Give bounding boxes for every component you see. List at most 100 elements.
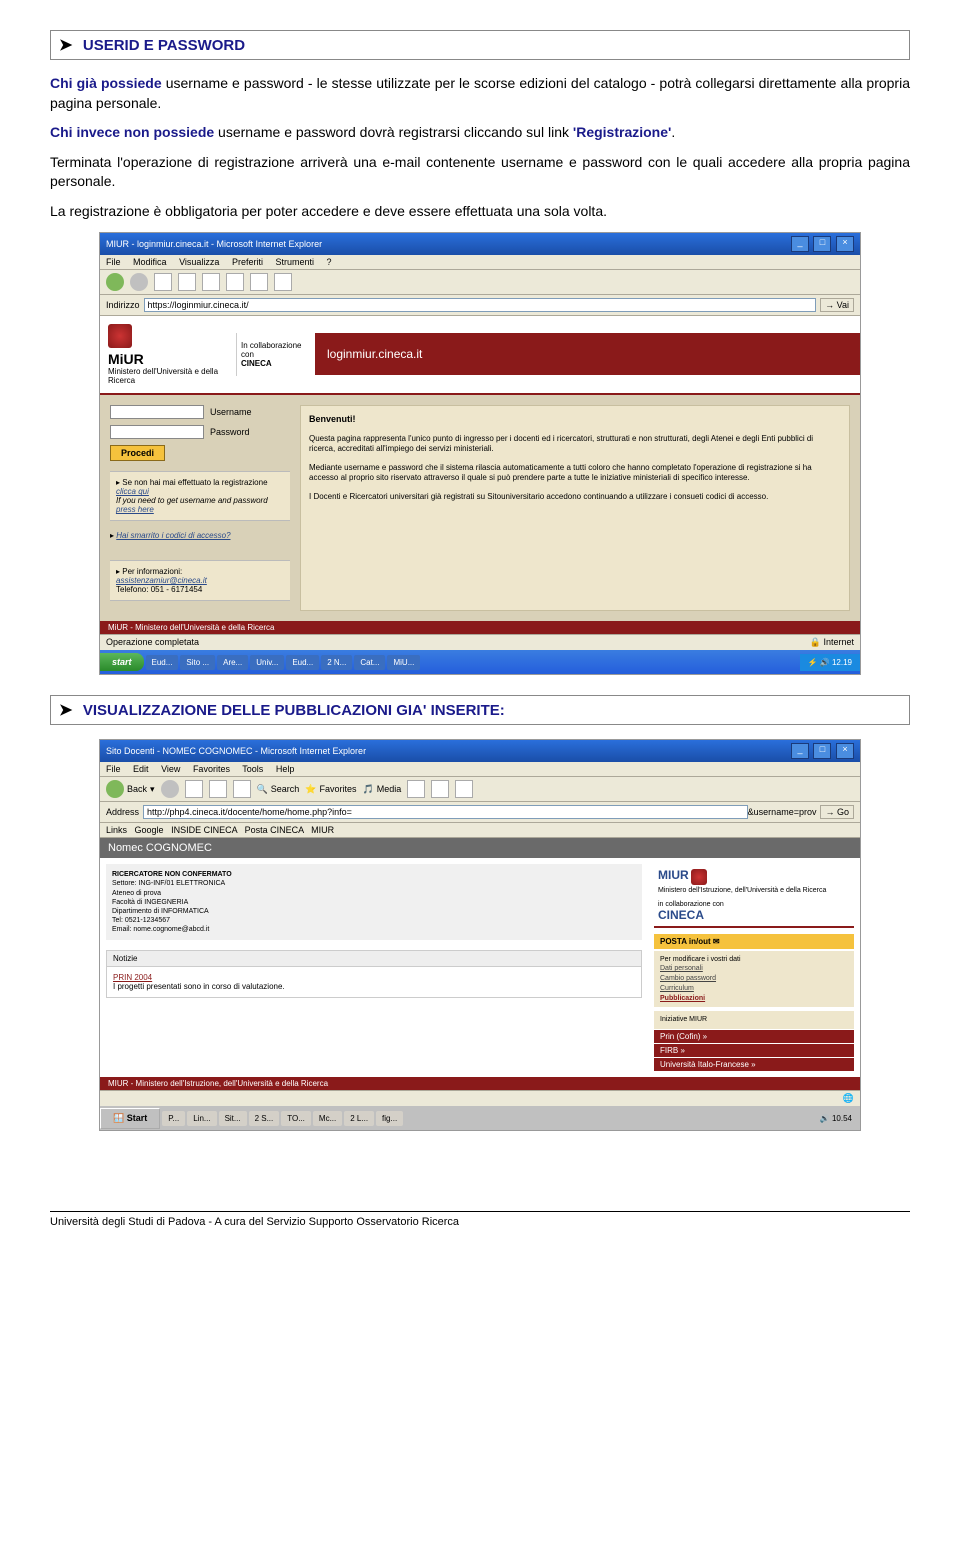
minimize-button[interactable]: _ bbox=[791, 236, 809, 252]
menu-visualizza[interactable]: Visualizza bbox=[179, 257, 219, 267]
media-icon[interactable] bbox=[274, 273, 292, 291]
reg-link2[interactable]: press here bbox=[116, 505, 154, 514]
menu-help[interactable]: ? bbox=[327, 257, 332, 267]
docente-settore: Settore: ING-INF/01 ELETTRONICA bbox=[112, 880, 225, 887]
posta-bar[interactable]: POSTA in/out ✉ bbox=[654, 934, 854, 949]
search-button[interactable]: 🔍 Search bbox=[257, 784, 300, 795]
stop-icon[interactable] bbox=[185, 780, 203, 798]
menu-modifica[interactable]: Modifica bbox=[133, 257, 167, 267]
forward-icon[interactable] bbox=[161, 780, 179, 798]
mail-icon[interactable] bbox=[431, 780, 449, 798]
lost-codes-link[interactable]: Hai smarrito i codici di accesso? bbox=[116, 531, 230, 540]
link-posta[interactable]: Posta CINECA bbox=[245, 825, 304, 835]
home-icon[interactable] bbox=[202, 273, 220, 291]
taskbar: 🪟 Start P... Lin... Sit... 2 S... TO... … bbox=[100, 1106, 860, 1130]
init-uif[interactable]: Università Italo-Francese » bbox=[654, 1058, 854, 1071]
history-icon[interactable] bbox=[407, 780, 425, 798]
task-item[interactable]: Sit... bbox=[219, 1111, 247, 1126]
info-tel: Telefono: 051 - 6171454 bbox=[116, 585, 202, 594]
close-button[interactable]: × bbox=[836, 743, 854, 759]
section-heading-box: ➤ USERID E PASSWORD bbox=[50, 30, 910, 60]
link-inside[interactable]: INSIDE CINECA bbox=[171, 825, 237, 835]
forward-icon[interactable] bbox=[130, 273, 148, 291]
task-item[interactable]: Sito ... bbox=[180, 655, 215, 670]
link-miur[interactable]: MIUR bbox=[311, 825, 334, 835]
welcome-heading: Benvenuti! bbox=[309, 414, 841, 426]
stop-icon[interactable] bbox=[154, 273, 172, 291]
p2-lead: Chi invece non possiede bbox=[50, 124, 214, 140]
menu-file[interactable]: File bbox=[106, 764, 121, 774]
side-curriculum[interactable]: Curriculum bbox=[660, 984, 848, 994]
info-email[interactable]: assistenzamiur@cineca.it bbox=[116, 576, 207, 585]
task-item[interactable]: 2 L... bbox=[344, 1111, 374, 1126]
menu-view[interactable]: View bbox=[161, 764, 180, 774]
task-item[interactable]: Univ... bbox=[250, 655, 284, 670]
close-button[interactable]: × bbox=[836, 236, 854, 252]
password-input[interactable] bbox=[110, 425, 204, 439]
task-item[interactable]: Lin... bbox=[187, 1111, 216, 1126]
procedi-button[interactable]: Procedi bbox=[110, 445, 165, 461]
username-input[interactable] bbox=[110, 405, 204, 419]
search-icon[interactable] bbox=[226, 273, 244, 291]
address-input[interactable] bbox=[144, 298, 817, 312]
task-item[interactable]: Eud... bbox=[146, 655, 179, 670]
task-item[interactable]: TO... bbox=[281, 1111, 311, 1126]
menu-help[interactable]: Help bbox=[276, 764, 295, 774]
print-icon[interactable] bbox=[455, 780, 473, 798]
side-password[interactable]: Cambio password bbox=[660, 974, 848, 984]
menu-preferiti[interactable]: Preferiti bbox=[232, 257, 263, 267]
window-buttons: _ □ × bbox=[789, 236, 854, 252]
media-button[interactable]: 🎵 Media bbox=[363, 784, 402, 795]
miur-content: Username Password Procedi ▸ Se non hai m… bbox=[100, 395, 860, 621]
task-item[interactable]: Are... bbox=[217, 655, 248, 670]
init-firb[interactable]: FIRB » bbox=[654, 1044, 854, 1057]
welcome-panel: Benvenuti! Questa pagina rappresenta l'u… bbox=[300, 405, 850, 611]
address-input[interactable] bbox=[143, 805, 748, 819]
register-note: ▸ Se non hai mai effettuato la registraz… bbox=[110, 471, 290, 521]
start-button[interactable]: start bbox=[100, 653, 144, 671]
side-dati[interactable]: Dati personali bbox=[660, 964, 848, 974]
window-titlebar: Sito Docenti - NOMEC COGNOMEC - Microsof… bbox=[100, 740, 860, 762]
arrow-icon: ➤ bbox=[59, 702, 72, 719]
link-google[interactable]: Google bbox=[135, 825, 164, 835]
start-button[interactable]: 🪟 Start bbox=[100, 1108, 160, 1129]
section-heading-box: ➤ VISUALIZZAZIONE DELLE PUBBLICAZIONI GI… bbox=[50, 695, 910, 725]
init-prin[interactable]: Prin (Cofin) » bbox=[654, 1030, 854, 1043]
go-button[interactable]: → Go bbox=[820, 805, 854, 819]
refresh-icon[interactable] bbox=[178, 273, 196, 291]
task-item[interactable]: fig... bbox=[376, 1111, 403, 1126]
task-item[interactable]: Cat... bbox=[354, 655, 385, 670]
maximize-button[interactable]: □ bbox=[813, 743, 831, 759]
favorites-icon[interactable] bbox=[250, 273, 268, 291]
minimize-button[interactable]: _ bbox=[791, 743, 809, 759]
favorites-button[interactable]: ⭐ Favorites bbox=[305, 784, 356, 795]
prin-link[interactable]: PRIN 2004 bbox=[113, 973, 152, 982]
docente-tel: Tel: 0521-1234567 bbox=[112, 917, 170, 924]
address-bar: Indirizzo → Vai bbox=[100, 295, 860, 316]
home-icon[interactable] bbox=[233, 780, 251, 798]
menu-file[interactable]: File bbox=[106, 257, 121, 267]
task-item[interactable]: P... bbox=[162, 1111, 185, 1126]
cineca-text: CINECA bbox=[658, 908, 704, 922]
task-item[interactable]: Mc... bbox=[313, 1111, 342, 1126]
docente-page: Nomec COGNOMEC RICERCATORE NON CONFERMAT… bbox=[100, 838, 860, 1090]
task-item[interactable]: MiU... bbox=[387, 655, 420, 670]
maximize-button[interactable]: □ bbox=[813, 236, 831, 252]
go-button[interactable]: → Vai bbox=[820, 298, 854, 312]
window-title: MIUR - loginmiur.cineca.it - Microsoft I… bbox=[106, 239, 322, 249]
task-item[interactable]: 2 N... bbox=[321, 655, 352, 670]
task-item[interactable]: Eud... bbox=[286, 655, 319, 670]
back-button[interactable]: Back ▾ bbox=[106, 780, 155, 798]
side-pubblicazioni[interactable]: Pubblicazioni bbox=[660, 994, 848, 1004]
task-item[interactable]: 2 S... bbox=[249, 1111, 280, 1126]
menu-strumenti[interactable]: Strumenti bbox=[275, 257, 314, 267]
menu-favorites[interactable]: Favorites bbox=[193, 764, 230, 774]
menu-tools[interactable]: Tools bbox=[242, 764, 263, 774]
iniziative-box: Iniziative MIUR bbox=[654, 1011, 854, 1029]
emblem-icon bbox=[108, 324, 132, 348]
docente-left: RICERCATORE NON CONFERMATO Settore: ING-… bbox=[100, 858, 648, 1077]
refresh-icon[interactable] bbox=[209, 780, 227, 798]
back-icon[interactable] bbox=[106, 273, 124, 291]
menu-edit[interactable]: Edit bbox=[133, 764, 149, 774]
reg-link1[interactable]: clicca qui bbox=[116, 487, 149, 496]
